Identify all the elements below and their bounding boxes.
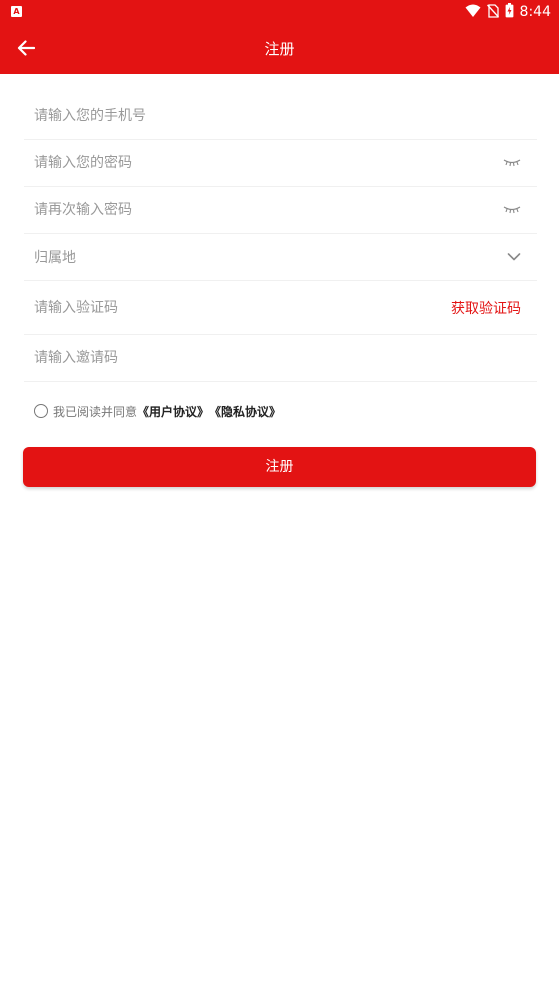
status-icons: 8:44 [465, 2, 551, 22]
app-notification-icon: A [11, 6, 22, 17]
register-screen: A 8:44 注册 请输入您的手机号 归属地 请输入验证码 获取验证码 请输入邀… [0, 0, 559, 997]
user-agreement-link[interactable]: 《用户协议》 [137, 403, 209, 420]
get-code-button[interactable]: 获取验证码 [451, 298, 521, 318]
invite-code-input[interactable] [24, 335, 537, 381]
agree-radio[interactable] [34, 404, 48, 418]
chevron-down-icon[interactable] [507, 253, 521, 262]
header: A 8:44 注册 [0, 0, 559, 74]
agreement-row: 我已阅读并同意 《用户协议》 《隐私协议》 [34, 402, 281, 420]
status-bar: A 8:44 [0, 0, 559, 24]
password-confirm-input[interactable] [24, 187, 537, 233]
invite-row [24, 335, 537, 382]
password-confirm-row [24, 187, 537, 234]
region-select[interactable]: 归属地 [24, 247, 537, 267]
status-time: 8:44 [519, 4, 551, 20]
no-sim-icon [486, 3, 499, 22]
battery-icon [505, 2, 514, 22]
agreement-text: 我已阅读并同意 [53, 404, 138, 419]
eye-closed-icon[interactable] [503, 205, 521, 215]
page-title: 注册 [264, 40, 295, 58]
code-row: 获取验证码 [24, 281, 537, 335]
register-button[interactable]: 注册 [23, 447, 536, 487]
eye-closed-icon[interactable] [503, 158, 521, 168]
privacy-agreement-link[interactable]: 《隐私协议》 [209, 403, 281, 420]
phone-row [24, 93, 537, 140]
register-form: 归属地 获取验证码 [24, 93, 537, 382]
app-bar: 注册 [0, 24, 559, 74]
password-input[interactable] [24, 140, 537, 186]
region-row[interactable]: 归属地 [24, 234, 537, 281]
phone-input[interactable] [24, 93, 537, 139]
password-row [24, 140, 537, 187]
wifi-icon [465, 3, 481, 22]
